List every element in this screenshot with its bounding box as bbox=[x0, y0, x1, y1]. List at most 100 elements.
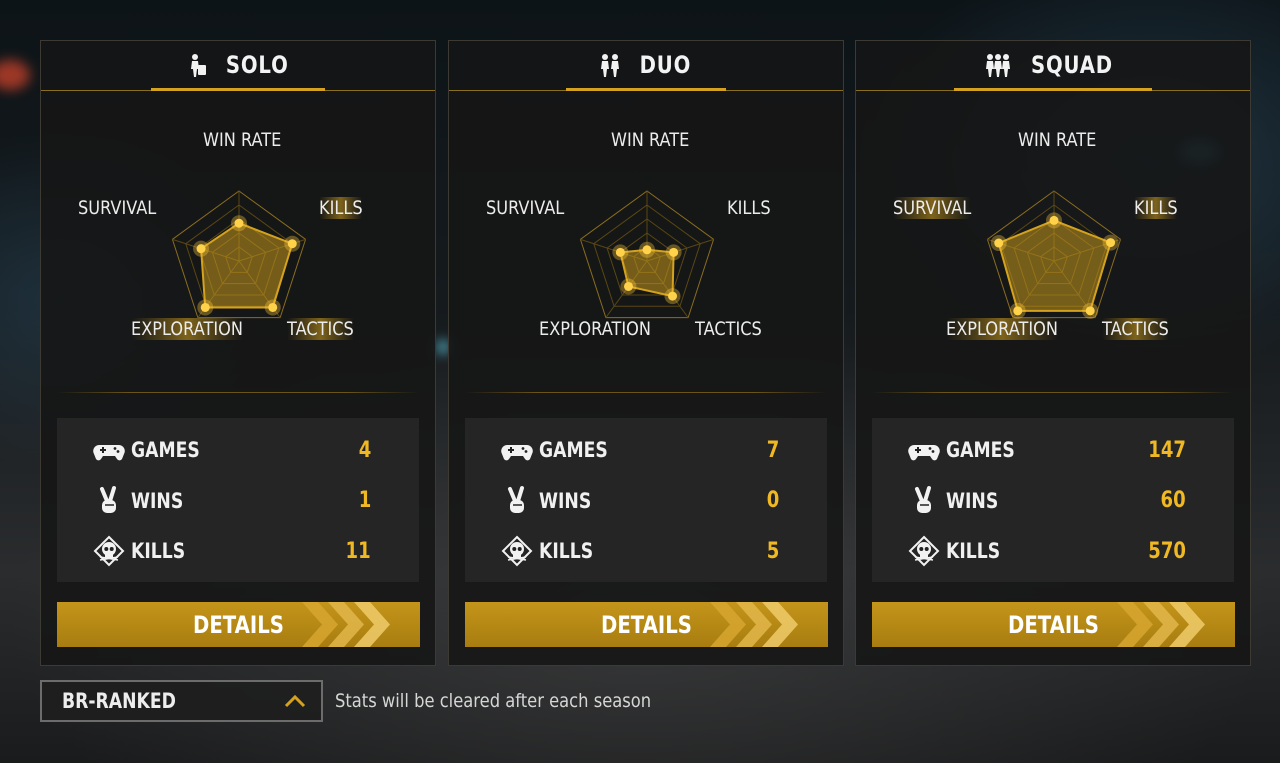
radar-label-exploration: EXPLORATION bbox=[539, 318, 651, 340]
radar-label-win-rate: WIN RATE bbox=[203, 129, 282, 151]
radar-label-kills: KILLS bbox=[727, 197, 771, 219]
chevron-up-icon bbox=[284, 694, 306, 708]
duo-radar-chart bbox=[579, 190, 715, 319]
radar-point-exploration bbox=[200, 302, 210, 312]
duo-panel: DUO WIN RATE KILLS TACTICS EXPLORATION SURVI… bbox=[448, 40, 844, 666]
radar-point-exploration bbox=[623, 281, 633, 291]
section-divider bbox=[57, 392, 419, 393]
stat-value: 1 bbox=[358, 488, 371, 513]
solo-stats-box: GAMES 4 WINS 1 KILLS 11 bbox=[57, 418, 419, 582]
duo-panel-header: DUO bbox=[449, 41, 843, 91]
stat-value: 7 bbox=[766, 437, 779, 463]
squad-panel-header: SQUAD bbox=[856, 41, 1250, 91]
duo-title: DUO bbox=[639, 50, 691, 79]
squad-panel: SQUAD WIN RATE KILLS TACTICS EXPLORATION SUR… bbox=[855, 40, 1251, 666]
solo-panel-header: SOLO bbox=[41, 41, 435, 91]
radar-point-kills bbox=[669, 247, 679, 257]
stat-value: 5 bbox=[766, 538, 779, 564]
solo-tab: SOLO bbox=[150, 41, 326, 91]
duo-tab: DUO bbox=[565, 41, 727, 91]
squad-details-button[interactable]: DETAILS bbox=[872, 602, 1235, 647]
radar-point-win-rate bbox=[1049, 215, 1059, 225]
squad-radar-chart bbox=[986, 190, 1122, 319]
mode-select-dropdown[interactable]: BR-RANKED bbox=[40, 680, 323, 722]
season-note: Stats will be cleared after each season bbox=[335, 690, 652, 712]
radar-point-exploration bbox=[1013, 306, 1023, 316]
stat-value: 0 bbox=[766, 488, 779, 513]
skull-icon bbox=[93, 535, 125, 567]
background-glow bbox=[0, 60, 30, 90]
radar-point-win-rate bbox=[234, 218, 244, 228]
stat-value: 147 bbox=[1148, 437, 1186, 463]
details-label: DETAILS bbox=[1008, 610, 1099, 639]
squad-title: SQUAD bbox=[1031, 50, 1113, 79]
radar-point-survival bbox=[994, 238, 1004, 248]
radar-point-tactics bbox=[268, 302, 278, 312]
stat-value: 60 bbox=[1160, 488, 1186, 513]
victory-hand-icon bbox=[908, 485, 940, 517]
stat-row-games: GAMES 7 bbox=[465, 430, 827, 470]
stat-value: 570 bbox=[1148, 538, 1186, 564]
stat-row-kills: KILLS 5 bbox=[465, 531, 827, 571]
chevrons-right-icon bbox=[1117, 602, 1205, 647]
skull-icon bbox=[501, 535, 533, 567]
radar-label-tactics: TACTICS bbox=[287, 318, 354, 340]
radar-label-exploration: EXPLORATION bbox=[946, 318, 1058, 340]
details-label: DETAILS bbox=[193, 610, 284, 639]
victory-hand-icon bbox=[93, 485, 125, 517]
solo-details-button[interactable]: DETAILS bbox=[57, 602, 420, 647]
solo-radar-area: WIN RATE KILLS TACTICS EXPLORATION SURVIVAL bbox=[41, 111, 437, 411]
gamepad-icon bbox=[501, 434, 533, 466]
section-divider bbox=[872, 392, 1234, 393]
radar-point-win-rate bbox=[642, 245, 652, 255]
stat-label: WINS bbox=[946, 488, 999, 513]
stat-value: 11 bbox=[345, 538, 371, 564]
duo-stats-box: GAMES 7 WINS 0 KILLS 5 bbox=[465, 418, 827, 582]
radar-label-kills: KILLS bbox=[1134, 197, 1178, 219]
chevrons-right-icon bbox=[302, 602, 390, 647]
duo-mode-icon bbox=[600, 53, 619, 77]
stat-row-wins: WINS 1 bbox=[57, 481, 419, 521]
stat-label: GAMES bbox=[539, 438, 608, 462]
stat-row-kills: KILLS 11 bbox=[57, 531, 419, 571]
gamepad-icon bbox=[908, 434, 940, 466]
stat-label: GAMES bbox=[946, 438, 1015, 462]
stat-row-games: GAMES 147 bbox=[872, 430, 1234, 470]
radar-point-survival bbox=[196, 244, 206, 254]
solo-title: SOLO bbox=[225, 50, 289, 79]
radar-label-survival: SURVIVAL bbox=[78, 197, 157, 219]
solo-radar-chart bbox=[171, 190, 307, 319]
radar-label-survival: SURVIVAL bbox=[893, 197, 972, 219]
section-divider bbox=[465, 392, 827, 393]
radar-label-tactics: TACTICS bbox=[695, 318, 762, 340]
radar-label-tactics: TACTICS bbox=[1102, 318, 1169, 340]
stat-row-wins: WINS 0 bbox=[465, 481, 827, 521]
solo-radar-shape bbox=[200, 222, 294, 309]
mode-select-label: BR-RANKED bbox=[62, 689, 176, 713]
gamepad-icon bbox=[93, 434, 125, 466]
details-label: DETAILS bbox=[601, 610, 692, 639]
squad-radar-area: WIN RATE KILLS TACTICS EXPLORATION SURVIVAL bbox=[856, 111, 1252, 411]
stat-label: KILLS bbox=[131, 539, 186, 563]
duo-radar-area: WIN RATE KILLS TACTICS EXPLORATION SURVIVAL bbox=[449, 111, 845, 411]
stat-label: WINS bbox=[131, 488, 184, 513]
victory-hand-icon bbox=[501, 485, 533, 517]
solo-panel: SOLO WIN RATE KILLS TACTICS EXPLORATION SURV… bbox=[40, 40, 436, 666]
stat-row-games: GAMES 4 bbox=[57, 430, 419, 470]
radar-point-survival bbox=[615, 247, 625, 257]
radar-label-kills: KILLS bbox=[319, 197, 363, 219]
radar-label-survival: SURVIVAL bbox=[486, 197, 565, 219]
chevrons-right-icon bbox=[710, 602, 798, 647]
radar-point-kills bbox=[1106, 238, 1116, 248]
stat-label: WINS bbox=[539, 488, 592, 513]
radar-point-tactics bbox=[668, 291, 678, 301]
duo-details-button[interactable]: DETAILS bbox=[465, 602, 828, 647]
radar-label-win-rate: WIN RATE bbox=[1018, 129, 1097, 151]
radar-label-exploration: EXPLORATION bbox=[131, 318, 243, 340]
stat-label: KILLS bbox=[946, 539, 1001, 563]
squad-stats-box: GAMES 147 WINS 60 KILLS 570 bbox=[872, 418, 1234, 582]
stat-label: GAMES bbox=[131, 438, 200, 462]
squad-tab: SQUAD bbox=[954, 41, 1152, 91]
stat-row-wins: WINS 60 bbox=[872, 481, 1234, 521]
radar-point-kills bbox=[287, 239, 297, 249]
